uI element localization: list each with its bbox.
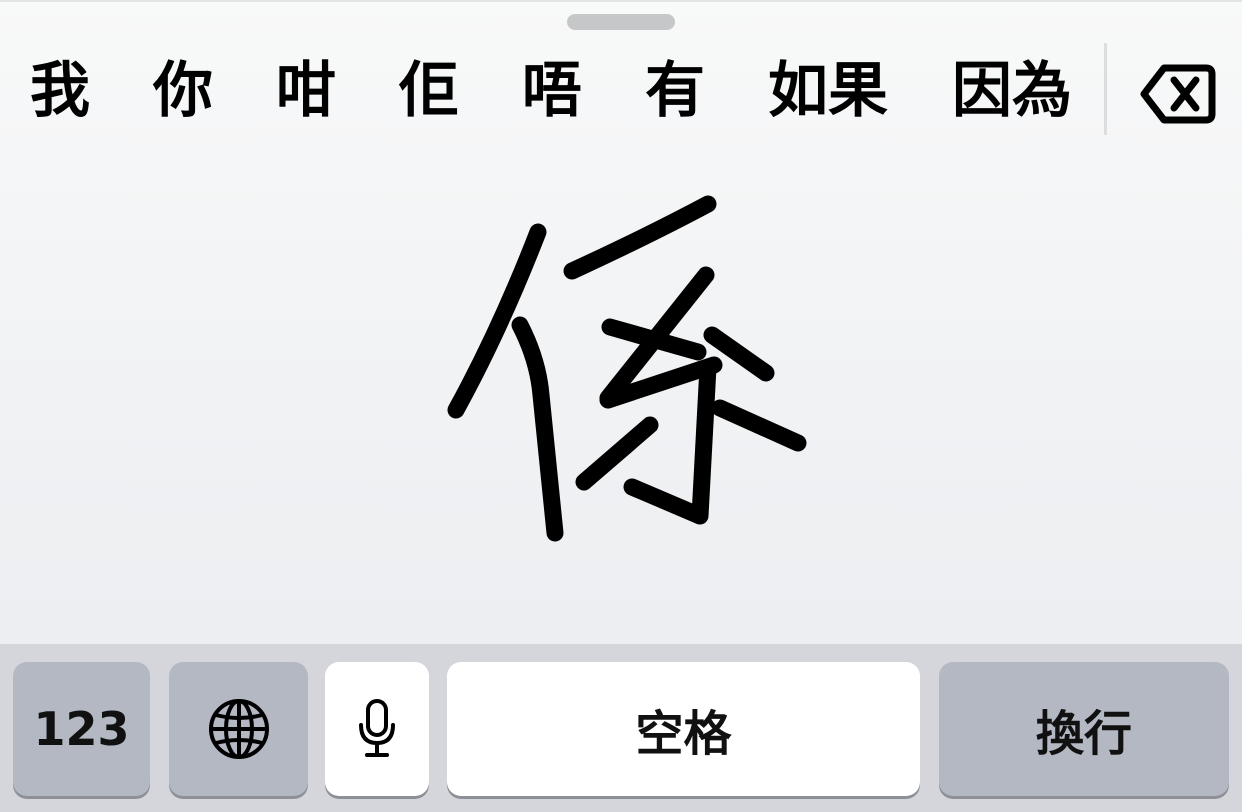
globe-key[interactable] <box>169 662 308 796</box>
candidate-2[interactable]: 咁 <box>270 48 342 134</box>
drag-handle[interactable] <box>567 14 675 30</box>
microphone-key[interactable] <box>325 662 429 796</box>
candidate-7[interactable]: 因為 <box>946 48 1078 134</box>
delete-backward-icon <box>1140 64 1216 124</box>
handwriting-canvas[interactable] <box>0 150 1242 644</box>
return-key[interactable]: 換行 <box>939 662 1229 796</box>
numbers-key-label: 123 <box>33 702 130 756</box>
return-key-label: 換行 <box>1035 706 1132 762</box>
top-border <box>0 0 1242 2</box>
numbers-key[interactable]: 123 <box>13 662 150 796</box>
handwritten-character <box>447 195 807 542</box>
candidate-6[interactable]: 如果 <box>762 48 894 134</box>
handwriting-keyboard: 我 你 咁 佢 唔 有 如果 因為 123 空格 換行 <box>0 0 1242 812</box>
microphone-icon <box>359 699 395 757</box>
delete-button[interactable] <box>1130 54 1226 134</box>
candidate-0[interactable]: 我 <box>24 48 96 134</box>
candidate-4[interactable]: 唔 <box>516 48 588 134</box>
bottom-key-row: 123 空格 換行 <box>0 644 1242 812</box>
space-key[interactable]: 空格 <box>447 662 920 796</box>
globe-icon <box>208 699 269 759</box>
candidate-bar: 我 你 咁 佢 唔 有 如果 因為 <box>0 48 1100 134</box>
candidate-divider <box>1104 43 1107 135</box>
candidate-3[interactable]: 佢 <box>393 48 465 134</box>
space-key-label: 空格 <box>635 706 732 762</box>
candidate-1[interactable]: 你 <box>147 48 219 134</box>
candidate-5[interactable]: 有 <box>639 48 711 134</box>
